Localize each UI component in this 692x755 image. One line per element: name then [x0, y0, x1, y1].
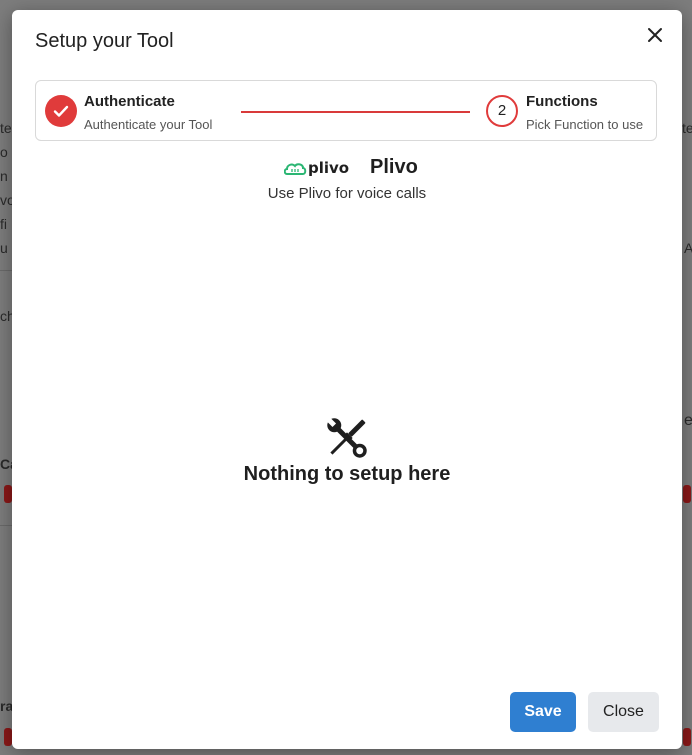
setup-tool-modal: Setup your Tool Authenticate Authenticat…: [12, 10, 682, 749]
empty-state-message: Nothing to setup here: [243, 463, 451, 485]
bg-badge: [683, 485, 691, 503]
step-2-title: Functions: [526, 93, 598, 110]
plivo-logo-text: plivo: [308, 159, 349, 177]
bg-badge: [683, 728, 691, 746]
bg-divider: [0, 270, 12, 271]
close-icon[interactable]: [644, 24, 666, 46]
save-button[interactable]: Save: [510, 692, 576, 732]
step-1-title: Authenticate: [84, 93, 175, 110]
step-2-subtitle: Pick Function to use: [526, 117, 644, 132]
modal-title: Setup your Tool: [35, 30, 174, 52]
wrench-screwdriver-icon: [319, 410, 375, 471]
bg-badge: [4, 728, 12, 746]
step-connector: [241, 111, 470, 113]
bg-text-fragment: n: [0, 168, 8, 184]
close-button[interactable]: Close: [588, 692, 659, 732]
stepper: Authenticate Authenticate your Tool 2 Fu…: [35, 80, 657, 141]
tool-name: Plivo: [370, 156, 418, 178]
bg-divider: [0, 525, 12, 526]
tool-description: Use Plivo for voice calls: [267, 185, 427, 202]
bg-text-fragment: te: [0, 120, 12, 136]
step-1-subtitle: Authenticate your Tool: [84, 117, 213, 132]
bg-text-fragment: te: [682, 120, 692, 136]
bg-text-fragment: fi: [0, 216, 7, 232]
bg-text-fragment: u: [0, 240, 8, 256]
bg-text-fragment: e: [684, 412, 692, 429]
step-2-number: 2: [486, 95, 518, 127]
bg-badge: [4, 485, 12, 503]
plivo-logo: plivo: [283, 157, 354, 184]
step-complete-check-icon: [45, 95, 77, 127]
bg-text-fragment: A: [684, 240, 692, 256]
bg-text-fragment: o: [0, 144, 8, 160]
